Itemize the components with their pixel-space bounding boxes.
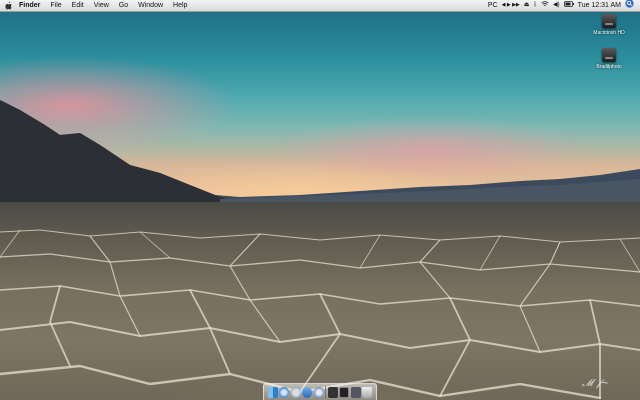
clock[interactable]: Tue 12:31 AM (578, 0, 621, 11)
safari-icon[interactable] (279, 386, 290, 398)
desktop-icon-macintosh-hd[interactable]: Macintosh HD (584, 14, 634, 36)
menu-view[interactable]: View (89, 0, 114, 11)
apple-menu-icon[interactable] (4, 1, 14, 11)
spotlight-icon[interactable] (625, 0, 634, 12)
wallpaper-signature: 𝓜 𝒻~ (582, 378, 610, 389)
desktop[interactable]: Finder File Edit View Go Window Help PC … (0, 0, 640, 400)
itunes-icon[interactable] (313, 386, 324, 398)
trash-icon[interactable] (362, 386, 373, 398)
volume-icon[interactable]: ◀) (553, 0, 560, 11)
desktop-icon-label: Macintosh HD (593, 30, 625, 36)
menu-app-finder[interactable]: Finder (14, 0, 45, 11)
mail-icon[interactable] (290, 386, 301, 398)
menu-window[interactable]: Window (133, 0, 168, 11)
menu-bar: Finder File Edit View Go Window Help PC … (0, 0, 640, 12)
eject-icon[interactable]: ⏏ (524, 0, 530, 11)
dock-separator (325, 386, 327, 398)
wallpaper-salt-flat-cracks (0, 229, 640, 400)
menu-go[interactable]: Go (114, 0, 133, 11)
media-controls[interactable]: ◀ ▶ ▶▶ (502, 0, 520, 11)
menu-extras: PC ◀ ▶ ▶▶ ⏏ ᛒ ◀) Tue 12:31 AM (488, 0, 640, 12)
ichat-icon[interactable] (302, 386, 313, 398)
hard-drive-icon (602, 14, 616, 28)
menu-help[interactable]: Help (168, 0, 192, 11)
external-drive-icon (602, 48, 616, 62)
dock (263, 383, 377, 400)
terminal-icon[interactable] (339, 386, 350, 398)
menu-edit[interactable]: Edit (67, 0, 89, 11)
photos-icon[interactable] (327, 386, 338, 398)
desktop-icon-bradilphoto[interactable]: Bradilphoto (584, 48, 634, 70)
finder-icon[interactable] (267, 386, 278, 398)
battery-icon[interactable] (563, 0, 574, 11)
wifi-icon[interactable] (541, 0, 549, 11)
menu-file[interactable]: File (45, 0, 66, 11)
wallpaper-mountains (0, 100, 640, 210)
application-icon[interactable] (350, 386, 361, 398)
input-source-menu[interactable]: PC (488, 0, 498, 11)
bluetooth-icon[interactable]: ᛒ (533, 0, 537, 11)
desktop-icon-label: Bradilphoto (596, 64, 622, 70)
